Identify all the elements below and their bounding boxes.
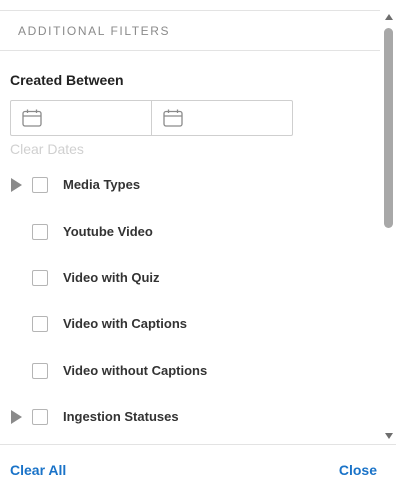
- filter-label: Media Types: [63, 177, 141, 192]
- scroll-down-arrow-icon[interactable]: [385, 433, 393, 439]
- close-button[interactable]: Close: [339, 462, 377, 478]
- filter-row-video-with-quiz: Video with Quiz: [0, 263, 380, 293]
- filter-row-youtube-video: Youtube Video: [0, 217, 380, 247]
- filter-row-video-with-captions: Video with Captions: [0, 309, 380, 339]
- filter-label: Video with Quiz: [63, 270, 160, 285]
- calendar-icon[interactable]: [163, 109, 183, 127]
- caret-right-icon[interactable]: [11, 178, 22, 192]
- filter-label: Video with Captions: [63, 316, 187, 331]
- video-with-captions-checkbox[interactable]: [32, 316, 48, 332]
- calendar-icon[interactable]: [22, 109, 42, 127]
- filter-label: Youtube Video: [63, 224, 153, 239]
- filter-row-media-types: Media Types: [0, 170, 380, 200]
- date-range-picker: [10, 100, 293, 136]
- section-header: ADDITIONAL FILTERS: [0, 11, 380, 51]
- section-title: ADDITIONAL FILTERS: [18, 24, 171, 38]
- filter-label: Video without Captions: [63, 363, 208, 378]
- scrollbar-thumb[interactable]: [384, 28, 393, 228]
- created-between-label: Created Between: [10, 72, 124, 88]
- panel-footer: Clear All Close: [0, 444, 396, 495]
- end-date-input[interactable]: [152, 101, 292, 135]
- video-with-quiz-checkbox[interactable]: [32, 270, 48, 286]
- youtube-video-checkbox[interactable]: [32, 224, 48, 240]
- filters-scroll-area[interactable]: ADDITIONAL FILTERS Created Between Clear…: [0, 11, 380, 444]
- video-without-captions-checkbox[interactable]: [32, 363, 48, 379]
- vertical-scrollbar[interactable]: [381, 11, 396, 444]
- start-date-input[interactable]: [11, 101, 151, 135]
- ingestion-statuses-checkbox[interactable]: [32, 409, 48, 425]
- filter-row-ingestion-statuses: Ingestion Statuses: [0, 402, 380, 432]
- clear-dates-link[interactable]: Clear Dates: [10, 141, 84, 157]
- filter-row-video-without-captions: Video without Captions: [0, 356, 380, 386]
- additional-filters-panel: ADDITIONAL FILTERS Created Between Clear…: [0, 0, 396, 495]
- clear-all-button[interactable]: Clear All: [10, 462, 66, 478]
- media-types-checkbox[interactable]: [32, 177, 48, 193]
- filter-label: Ingestion Statuses: [63, 409, 179, 424]
- caret-right-icon[interactable]: [11, 410, 22, 424]
- scroll-up-arrow-icon[interactable]: [385, 14, 393, 20]
